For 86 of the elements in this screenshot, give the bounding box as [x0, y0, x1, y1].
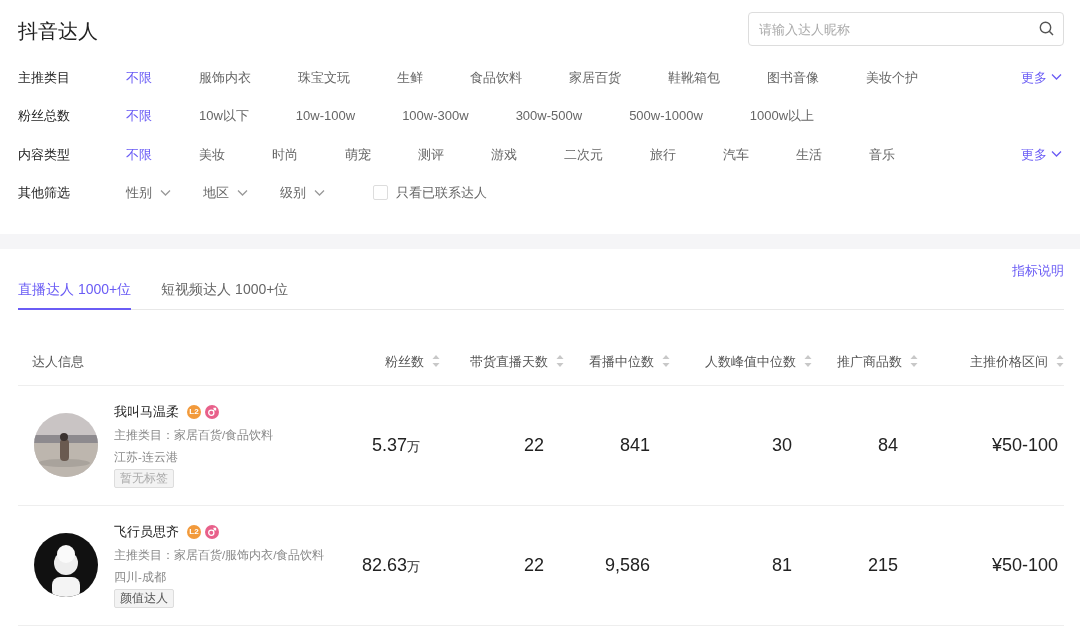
filter-option[interactable]: 美妆个护 — [866, 67, 918, 87]
tag: 暂无标签 — [114, 468, 174, 489]
table-cell: 84 — [877, 434, 898, 455]
filter-option[interactable]: 测评 — [418, 144, 444, 164]
filter-option[interactable]: 萌宠 — [345, 144, 371, 164]
gender-icon — [205, 524, 219, 539]
level-badge: L2 — [187, 404, 201, 419]
table-cell: 22 — [523, 434, 544, 455]
search-icon[interactable] — [1039, 21, 1054, 36]
filter-dropdown[interactable]: 性别 — [126, 183, 171, 203]
filter-dropdown[interactable]: 地区 — [203, 183, 248, 203]
filter-option[interactable]: 不限 — [126, 106, 152, 126]
table-cell: 30 — [771, 434, 792, 455]
more-link[interactable]: 更多 — [1021, 67, 1062, 87]
filter-option[interactable]: 10w-100w — [295, 106, 356, 126]
filter-option[interactable]: 不限 — [126, 67, 152, 87]
filter-option[interactable]: 500w-1000w — [629, 106, 703, 126]
creator-name[interactable]: 我叫马温柔 — [114, 401, 179, 422]
filter-label: 内容类型 — [18, 145, 71, 164]
filter-option[interactable]: 家居百货 — [569, 67, 621, 87]
filter-option[interactable]: 生鲜 — [397, 67, 423, 87]
filter-option[interactable]: 1000w以上 — [749, 106, 815, 126]
sort-icon[interactable] — [556, 355, 564, 368]
chevron-down-icon — [314, 188, 325, 197]
filter-option[interactable]: 游戏 — [491, 144, 517, 164]
filter-option[interactable]: 生活 — [796, 144, 822, 164]
filter-option[interactable]: 汽车 — [723, 144, 749, 164]
more-link[interactable]: 更多 — [1021, 144, 1062, 164]
help-link[interactable]: 指标说明 — [1012, 261, 1064, 281]
page-title: 抖音达人 — [18, 19, 98, 44]
filter-label: 其他筛选 — [18, 184, 71, 202]
gender-icon — [205, 404, 219, 419]
table-cell: 841 — [619, 434, 650, 455]
filter-option[interactable]: 珠宝文玩 — [298, 67, 350, 87]
filter-option[interactable]: 图书音像 — [767, 67, 819, 87]
chevron-down-icon — [1051, 150, 1062, 159]
filter-option[interactable]: 美妆 — [199, 144, 225, 164]
filter-label: 主推类目 — [18, 68, 71, 87]
search-field[interactable]: 请输入达人昵称 — [748, 12, 1064, 46]
table-cell: 82.63万 — [361, 554, 420, 575]
filter-option[interactable]: 100w-300w — [402, 106, 469, 126]
checkbox-label[interactable]: 只看已联系达人 — [396, 183, 487, 203]
filter-option[interactable]: 食品饮料 — [470, 67, 522, 87]
column-header[interactable]: 人数峰值中位数 — [705, 351, 796, 371]
chevron-down-icon — [1051, 73, 1062, 82]
table-cell: 9,586 — [604, 554, 650, 575]
tab[interactable]: 短视频达人 1000+位 — [161, 279, 289, 310]
creator-name[interactable]: 飞行员思齐 — [114, 521, 179, 542]
chevron-down-icon — [237, 188, 248, 197]
filter-option[interactable]: 300w-500w — [515, 106, 583, 126]
table-cell: 215 — [867, 554, 898, 575]
checkbox[interactable] — [373, 185, 388, 201]
column-header[interactable]: 推广商品数 — [837, 351, 902, 371]
filter-option[interactable]: 二次元 — [564, 144, 603, 164]
column-header[interactable]: 带货直播天数 — [470, 351, 548, 371]
level-badge: L2 — [187, 524, 201, 539]
filter-option[interactable]: 鞋靴箱包 — [668, 67, 720, 87]
sort-icon[interactable] — [1056, 355, 1064, 368]
sort-icon[interactable] — [432, 355, 440, 368]
column-header[interactable]: 粉丝数 — [385, 351, 424, 371]
filter-option[interactable]: 音乐 — [869, 144, 895, 164]
sort-icon[interactable] — [804, 355, 812, 368]
filter-label: 粉丝总数 — [18, 107, 71, 125]
sort-icon[interactable] — [662, 355, 670, 368]
sort-icon[interactable] — [910, 355, 918, 368]
tab[interactable]: 直播达人 1000+位 — [18, 279, 132, 310]
column-header[interactable]: 看播中位数 — [589, 351, 654, 371]
table-cell: ¥50-100 — [991, 434, 1058, 455]
filter-option[interactable]: 服饰内衣 — [199, 67, 251, 87]
location-text: 四川-成都 — [114, 570, 166, 586]
table-cell: ¥50-100 — [991, 554, 1058, 575]
filter-option[interactable]: 10w以下 — [199, 106, 249, 126]
filter-dropdown[interactable]: 级别 — [280, 183, 325, 203]
category-text: 主推类目：家居百货/服饰内衣/食品饮料 — [114, 548, 325, 564]
filter-option[interactable]: 旅行 — [650, 144, 676, 164]
location-text: 江苏-连云港 — [114, 450, 178, 466]
tag: 颜值达人 — [114, 588, 174, 609]
column-header[interactable]: 主推价格区间 — [970, 351, 1048, 371]
column-header[interactable]: 达人信息 — [32, 351, 84, 371]
table-cell: 22 — [523, 554, 544, 575]
table-cell: 5.37万 — [371, 434, 420, 455]
chevron-down-icon — [160, 188, 171, 197]
filter-option[interactable]: 时尚 — [272, 144, 298, 164]
category-text: 主推类目：家居百货/食品饮料 — [114, 428, 274, 444]
table-cell: 81 — [771, 554, 792, 575]
filter-option[interactable]: 不限 — [126, 144, 152, 164]
